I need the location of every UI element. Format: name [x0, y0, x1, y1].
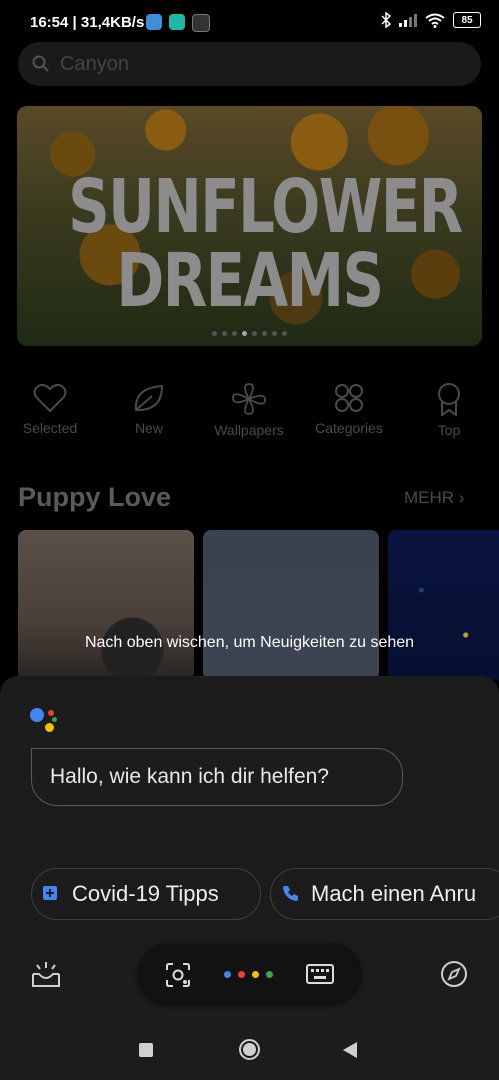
phone-icon	[283, 886, 298, 901]
swipe-hint-text: Nach oben wischen, um Neuigkeiten zu seh…	[84, 634, 415, 651]
nav-categories-label: Categories	[315, 420, 383, 436]
heart-icon	[33, 383, 67, 413]
status-right: 85	[381, 12, 481, 28]
battery-indicator: 85	[453, 12, 481, 28]
badge-icon	[438, 383, 460, 416]
home-button[interactable]	[239, 1039, 260, 1060]
search-input[interactable]: Canyon	[60, 53, 129, 76]
logo-dot-red	[48, 710, 54, 716]
plus-square-icon	[43, 886, 57, 900]
wallpaper-card-3[interactable]	[388, 530, 499, 680]
assistant-dot-red	[238, 971, 245, 978]
banner-title-line2: DREAMS	[116, 238, 384, 324]
page-dot	[262, 331, 267, 336]
assistant-greeting: Hallo, wie kann ich dir helfen?	[50, 765, 329, 788]
snapshot-icon[interactable]	[30, 958, 62, 990]
chip-make-call-label: Mach einen Anru	[311, 881, 477, 906]
assistant-dot-green	[266, 971, 273, 978]
compass-icon[interactable]	[440, 960, 468, 988]
nav-new-label: New	[134, 420, 163, 436]
nav-wallpapers-label: Wallpapers	[214, 422, 284, 438]
status-time: 16:54 | 31,4KB/s	[30, 14, 145, 31]
assistant-dot-blue	[224, 971, 231, 978]
nav-top-label: Top	[437, 422, 461, 438]
section-title: Puppy Love	[18, 482, 172, 512]
page-dot	[252, 331, 257, 336]
page-dot-active	[242, 331, 247, 336]
search-icon	[32, 55, 49, 72]
wifi-icon	[425, 13, 445, 28]
chevron-right-icon: ›	[458, 488, 465, 507]
bluetooth-icon	[381, 12, 391, 28]
page-dot	[222, 331, 227, 336]
assistant-dot-yellow	[252, 971, 259, 978]
wallpaper-card-1[interactable]	[18, 530, 194, 680]
lens-icon[interactable]	[165, 962, 191, 988]
pinwheel-icon	[232, 383, 266, 415]
logo-dot-green	[52, 717, 57, 722]
logo-dot-blue	[30, 708, 44, 722]
nav-categories[interactable]: Categories	[304, 382, 394, 436]
nav-new[interactable]: New	[104, 382, 194, 436]
status-bar: 16:54 | 31,4KB/s 85	[0, 0, 499, 44]
page-dot	[272, 331, 277, 336]
assistant-dots[interactable]	[224, 971, 278, 979]
nav-selected-label: Selected	[22, 420, 78, 436]
back-button[interactable]	[342, 1041, 358, 1059]
page-dot	[232, 331, 237, 336]
page-dot	[282, 331, 287, 336]
nav-top[interactable]: Top	[404, 382, 494, 438]
leaf-icon	[134, 384, 164, 411]
home-button-inner	[243, 1043, 256, 1056]
logo-dot-yellow	[45, 723, 54, 732]
featured-banner[interactable]: SUNFLOWER DREAMS	[17, 106, 482, 346]
page-dot	[212, 331, 217, 336]
assistant-logo-icon	[30, 706, 60, 736]
wifi-app-icon	[146, 14, 162, 30]
recents-button[interactable]	[139, 1043, 153, 1057]
shield-app-icon	[169, 14, 185, 30]
tools-app-icon	[192, 14, 210, 32]
signal-icon	[399, 14, 417, 27]
section-more-link[interactable]: MEHR ›	[404, 488, 464, 508]
nav-selected[interactable]: Selected	[5, 382, 95, 436]
grid-icon	[335, 384, 363, 412]
chip-covid-tips-label: Covid-19 Tipps	[72, 881, 219, 906]
wallpaper-card-2[interactable]	[203, 530, 379, 680]
nav-wallpapers[interactable]: Wallpapers	[204, 382, 294, 438]
banner-page-indicator	[212, 331, 287, 336]
keyboard-icon[interactable]	[306, 964, 334, 984]
